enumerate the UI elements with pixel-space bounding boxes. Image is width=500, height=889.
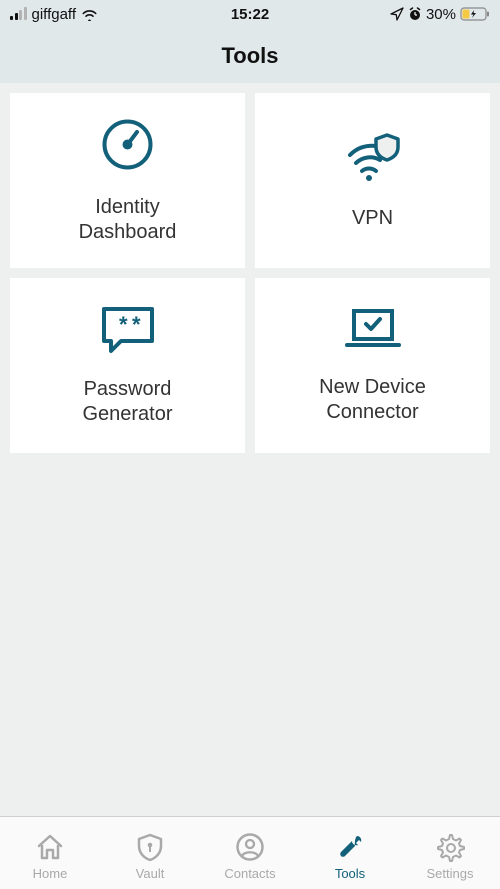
laptop-check-icon	[342, 306, 404, 357]
gear-icon	[434, 830, 466, 864]
page-title: Tools	[221, 43, 278, 69]
svg-text:*: *	[119, 312, 128, 337]
contacts-icon	[234, 830, 266, 864]
battery-percent: 30%	[426, 6, 456, 23]
tab-vault[interactable]: Vault	[100, 830, 200, 881]
tab-settings[interactable]: Settings	[400, 830, 500, 881]
status-right: 30%	[390, 6, 490, 23]
password-bubble-icon: * *	[99, 304, 157, 359]
alarm-icon	[408, 7, 422, 21]
status-time: 15:22	[231, 6, 269, 23]
battery-icon	[460, 7, 490, 21]
tab-home[interactable]: Home	[0, 830, 100, 881]
gauge-icon	[100, 117, 155, 177]
tools-grid: Identity Dashboard VPN * * Password Gene…	[0, 83, 500, 463]
tab-label: Vault	[136, 866, 165, 881]
tile-password-generator[interactable]: * * Password Generator	[10, 278, 245, 453]
tile-identity-dashboard[interactable]: Identity Dashboard	[10, 93, 245, 268]
tab-contacts[interactable]: Contacts	[200, 830, 300, 881]
tab-bar: Home Vault Contacts Tools	[0, 816, 500, 889]
wifi-shield-icon	[342, 131, 404, 188]
tab-tools[interactable]: Tools	[300, 830, 400, 881]
tile-label: Password Generator	[82, 377, 172, 427]
cellular-signal-icon	[10, 8, 27, 20]
tab-label: Home	[33, 866, 68, 881]
wrench-icon	[334, 830, 366, 864]
carrier-label: giffgaff	[32, 6, 77, 23]
location-icon	[390, 7, 404, 21]
tab-label: Tools	[335, 866, 365, 881]
wifi-icon	[81, 8, 98, 21]
page-header: Tools	[0, 28, 500, 83]
tile-label: Identity Dashboard	[79, 195, 177, 245]
tab-label: Settings	[427, 866, 474, 881]
tile-label: New Device Connector	[319, 375, 426, 425]
status-bar: giffgaff 15:22 30%	[0, 0, 500, 28]
tile-vpn[interactable]: VPN	[255, 93, 490, 268]
status-left: giffgaff	[10, 6, 98, 23]
tab-label: Contacts	[224, 866, 275, 881]
home-icon	[34, 830, 66, 864]
svg-text:*: *	[132, 312, 141, 337]
tile-label: VPN	[352, 206, 393, 231]
tile-new-device-connector[interactable]: New Device Connector	[255, 278, 490, 453]
shield-keyhole-icon	[134, 830, 166, 864]
